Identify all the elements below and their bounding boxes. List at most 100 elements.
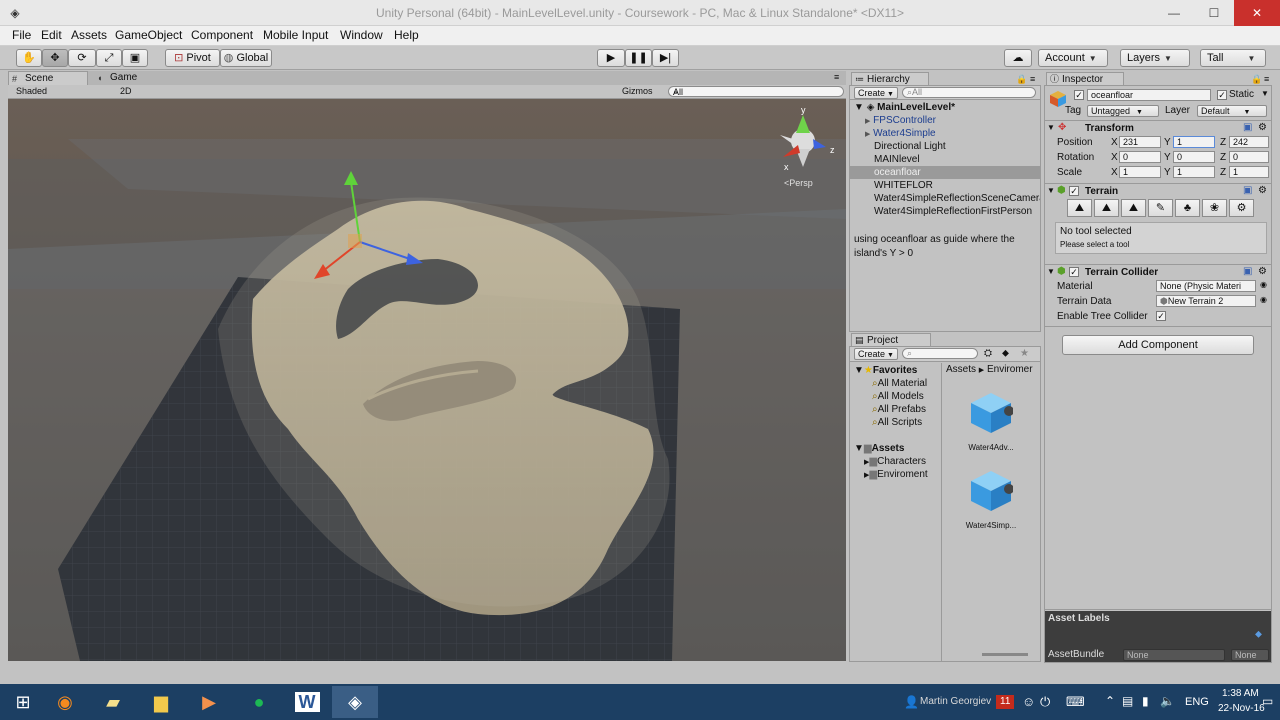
terrain-data-field[interactable]: ⬢New Terrain 2 xyxy=(1156,295,1256,307)
taskbar-unity[interactable]: ◈ xyxy=(332,686,378,718)
cloud-button[interactable]: ☁ xyxy=(1004,49,1032,67)
network-icon[interactable]: ▤ xyxy=(1122,694,1133,720)
user-icon[interactable]: 👤 xyxy=(904,695,919,720)
place-trees-tool[interactable]: ♣ xyxy=(1175,199,1200,217)
projection-label[interactable]: <Persp xyxy=(784,178,813,188)
hierarchy-item-oceanfloar[interactable]: oceanfloar xyxy=(850,166,1040,179)
project-create-dropdown[interactable]: Create ▼ xyxy=(854,348,898,360)
avatar-icon[interactable]: ☺ xyxy=(1022,694,1035,720)
chevron-down-icon[interactable]: ▼ xyxy=(1261,89,1269,98)
object-picker-icon[interactable]: ◉ xyxy=(1260,280,1267,289)
lock-icon[interactable]: 🔒 xyxy=(1251,74,1262,85)
menu-window[interactable]: Window xyxy=(340,28,383,42)
move-tool-button[interactable]: ✥ xyxy=(42,49,68,67)
battery-icon[interactable]: ▮ xyxy=(1142,694,1149,720)
scale-z-field[interactable]: 1 xyxy=(1229,166,1269,178)
hierarchy-item-mainlevel[interactable]: MAINlevel xyxy=(850,153,1040,166)
taskbar-file-explorer[interactable]: ▆ xyxy=(138,686,184,718)
power-icon[interactable]: ⏻ xyxy=(1040,694,1050,720)
keyboard-icon[interactable]: ⌨ xyxy=(1066,694,1085,720)
add-component-button[interactable]: Add Component xyxy=(1062,335,1254,355)
panel-menu-icon[interactable]: ≡ xyxy=(1264,74,1269,84)
tab-scene[interactable]: # Scene xyxy=(8,71,88,85)
hierarchy-item-directional-light[interactable]: Directional Light xyxy=(850,140,1040,153)
active-checkbox[interactable]: ✓ xyxy=(1074,90,1084,100)
project-search-input[interactable]: ⌕ xyxy=(902,348,978,359)
menu-mobile-input[interactable]: Mobile Input xyxy=(263,28,328,42)
filter-label-icon[interactable]: ⬥ xyxy=(1002,348,1009,359)
rotation-z-field[interactable]: 0 xyxy=(1229,151,1269,163)
global-toggle[interactable]: ◍ Global xyxy=(220,49,272,67)
scale-tool-button[interactable]: ⤢ xyxy=(96,49,122,67)
layers-dropdown[interactable]: Layers ▼ xyxy=(1120,49,1190,67)
paint-height-tool[interactable]: ⛰ xyxy=(1094,199,1119,217)
taskbar-media-player[interactable]: ▶ xyxy=(186,686,232,718)
clock-date[interactable]: 22-Nov-16 xyxy=(1218,703,1265,720)
asset-bundle-dropdown[interactable]: None xyxy=(1123,649,1225,661)
breadcrumb-enviroment[interactable]: Enviromer xyxy=(987,364,1033,375)
pivot-toggle[interactable]: ⊡ Pivot xyxy=(165,49,220,67)
menu-component[interactable]: Component xyxy=(191,28,253,42)
tab-hierarchy[interactable]: ≔ Hierarchy xyxy=(851,72,929,85)
volume-icon[interactable]: 🔈 xyxy=(1160,694,1175,720)
paint-texture-tool[interactable]: ✎ xyxy=(1148,199,1173,217)
help-icon[interactable]: ▣ xyxy=(1243,266,1252,277)
hierarchy-item-reflection-first-person[interactable]: Water4SimpleReflectionFirstPerson xyxy=(850,205,1040,218)
notification-badge[interactable]: 11 xyxy=(996,695,1015,709)
hierarchy-search-input[interactable]: ⌕All xyxy=(902,87,1036,98)
scale-x-field[interactable]: 1 xyxy=(1119,166,1161,178)
menu-edit[interactable]: Edit xyxy=(41,28,62,42)
label-tag-icon[interactable]: ⬥ xyxy=(1255,629,1262,640)
asset-water4advanced[interactable]: Water4Adv... xyxy=(956,391,1026,452)
hierarchy-item-water4simple[interactable]: ▶ Water4Simple xyxy=(850,127,1040,140)
hierarchy-item-reflection-scene-camera[interactable]: Water4SimpleReflectionSceneCamera xyxy=(850,192,1040,205)
lock-icon[interactable]: 🔒 xyxy=(1016,74,1027,85)
layout-dropdown[interactable]: Tall ▼ xyxy=(1200,49,1266,67)
layer-dropdown[interactable]: Default ▼ xyxy=(1197,105,1267,117)
assets-header[interactable]: ▼▆Assets xyxy=(854,443,904,455)
favorite-all-materials[interactable]: ⌕All Material xyxy=(872,378,927,390)
gear-icon[interactable]: ⚙ xyxy=(1258,122,1267,133)
menu-file[interactable]: File xyxy=(12,28,31,42)
filter-type-icon[interactable]: ⛭ xyxy=(984,348,992,359)
menu-assets[interactable]: Assets xyxy=(71,28,107,42)
favorite-all-scripts[interactable]: ⌕All Scripts xyxy=(872,417,922,429)
taskbar-spotify[interactable]: ● xyxy=(236,686,282,718)
shading-mode-dropdown[interactable]: Shaded xyxy=(16,86,47,96)
icon-size-slider[interactable] xyxy=(982,653,1028,656)
account-dropdown[interactable]: Account ▼ xyxy=(1038,49,1108,67)
terrain-settings-tool[interactable]: ⚙ xyxy=(1229,199,1254,217)
gear-icon[interactable]: ⚙ xyxy=(1258,185,1267,196)
raise-terrain-tool[interactable]: ⛰ xyxy=(1067,199,1092,217)
expanded-triangle-icon[interactable]: ▼ xyxy=(1047,267,1055,276)
chevron-up-icon[interactable]: ⌃ xyxy=(1105,694,1115,720)
taskbar-firefox[interactable]: ◉ xyxy=(42,686,88,718)
gizmos-dropdown[interactable]: Gizmos xyxy=(622,86,653,96)
folder-enviroment[interactable]: ▶▆Enviroment xyxy=(864,469,928,482)
close-button[interactable]: ✕ xyxy=(1234,0,1280,26)
favorite-all-models[interactable]: ⌕All Models xyxy=(872,391,924,403)
material-field[interactable]: None (Physic Materi xyxy=(1156,280,1256,292)
menu-help[interactable]: Help xyxy=(394,28,419,42)
favorite-all-prefabs[interactable]: ⌕All Prefabs xyxy=(872,404,926,416)
panel-menu-icon[interactable]: ≡ xyxy=(1030,74,1035,84)
2d-toggle[interactable]: 2D xyxy=(120,86,132,96)
minimize-button[interactable]: — xyxy=(1154,0,1194,26)
menu-gameobject[interactable]: GameObject xyxy=(115,28,182,42)
tab-project[interactable]: ▤ Project xyxy=(851,333,931,346)
language-indicator[interactable]: ENG xyxy=(1185,696,1209,720)
paint-details-tool[interactable]: ❀ xyxy=(1202,199,1227,217)
tab-game[interactable]: ◖ Game xyxy=(94,71,174,85)
tree-collider-checkbox[interactable]: ✓ xyxy=(1156,311,1166,321)
tag-dropdown[interactable]: Untagged ▼ xyxy=(1087,105,1159,117)
position-x-field[interactable]: 231 xyxy=(1119,136,1161,148)
taskbar-word[interactable]: W xyxy=(284,686,330,718)
start-button[interactable]: ⊞ xyxy=(0,686,46,718)
folder-characters[interactable]: ▶▆Characters xyxy=(864,456,926,469)
collider-enabled-checkbox[interactable]: ✓ xyxy=(1069,267,1079,277)
object-name-field[interactable]: oceanfloar xyxy=(1087,89,1211,101)
play-button[interactable]: ▶ xyxy=(597,49,625,67)
gear-icon[interactable]: ⚙ xyxy=(1258,266,1267,277)
taskbar-app-2[interactable]: ▰ xyxy=(90,686,136,718)
action-center-icon[interactable]: ▭ xyxy=(1262,694,1273,720)
